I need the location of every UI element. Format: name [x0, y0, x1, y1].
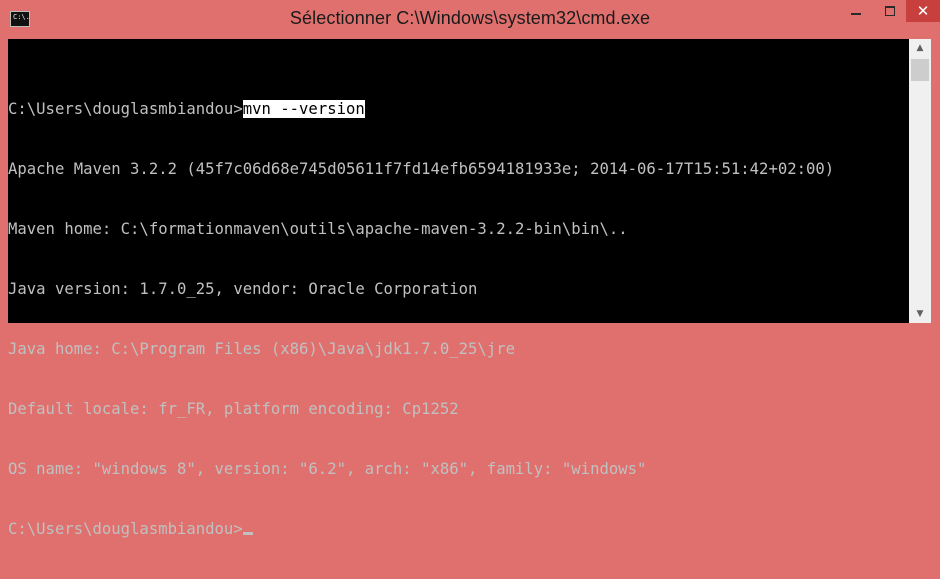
minimize-button[interactable] — [840, 0, 872, 22]
title-bar[interactable]: C:\. Sélectionner C:\Windows\system32\cm… — [0, 0, 940, 38]
close-button[interactable]: ✕ — [906, 0, 940, 22]
scroll-thumb[interactable] — [911, 59, 929, 81]
scroll-up-arrow-icon[interactable]: ▲ — [909, 39, 931, 57]
output-line-maven-home: Maven home: C:\formationmaven\outils\apa… — [8, 220, 628, 238]
minimize-icon — [851, 13, 861, 15]
cmd-window: C:\. Sélectionner C:\Windows\system32\cm… — [0, 0, 940, 538]
command-line: C:\Users\douglasmbiandou>mvn --version — [8, 99, 834, 119]
window-title: Sélectionner C:\Windows\system32\cmd.exe — [289, 8, 651, 28]
output-line-os-name: OS name: "windows 8", version: "6.2", ar… — [8, 460, 647, 478]
console-output: C:\Users\douglasmbiandou>mvn --version A… — [8, 59, 834, 579]
prompt-text: C:\Users\douglasmbiandou> — [8, 100, 243, 118]
selected-command[interactable]: mvn --version — [242, 100, 365, 118]
final-prompt-line: C:\Users\douglasmbiandou> — [8, 519, 834, 539]
scroll-down-arrow-icon[interactable]: ▼ — [909, 305, 931, 323]
output-line-locale: Default locale: fr_FR, platform encoding… — [8, 400, 459, 418]
output-line-java-home: Java home: C:\Program Files (x86)\Java\j… — [8, 340, 515, 358]
text-cursor — [242, 532, 253, 535]
output-line-java-version: Java version: 1.7.0_25, vendor: Oracle C… — [8, 280, 478, 298]
maximize-button[interactable] — [874, 0, 906, 22]
close-icon: ✕ — [916, 2, 930, 20]
vertical-scrollbar[interactable]: ▲ ▼ — [909, 39, 931, 323]
output-line-maven-version: Apache Maven 3.2.2 (45f7c06d68e745d05611… — [8, 160, 835, 178]
window-right-border — [931, 39, 940, 332]
maximize-icon — [885, 6, 895, 16]
console-area[interactable]: C:\Users\douglasmbiandou>mvn --version A… — [8, 39, 909, 538]
final-prompt-text: C:\Users\douglasmbiandou> — [8, 520, 243, 538]
